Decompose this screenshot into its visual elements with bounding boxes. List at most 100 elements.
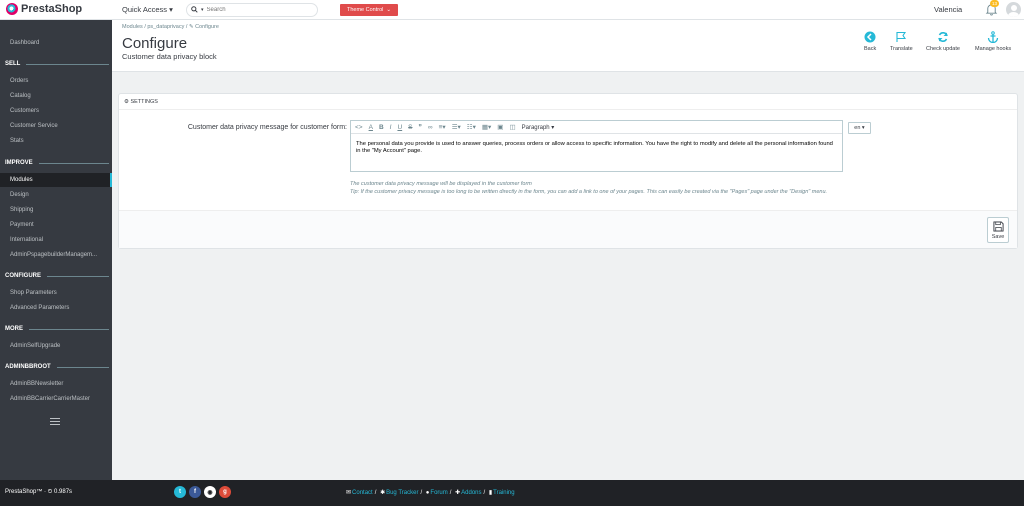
page-title: Configure <box>122 35 188 52</box>
sidebar-item-customers[interactable]: Customers <box>0 104 112 118</box>
paragraph-format-select[interactable]: Paragraph ▾ <box>522 124 555 131</box>
sidebar-item-catalog[interactable]: Catalog <box>0 89 112 103</box>
theme-control-button[interactable]: Theme Control ⌄ <box>340 4 398 16</box>
google-plus-icon[interactable]: g <box>219 486 231 498</box>
floppy-disk-icon <box>992 220 1004 232</box>
link-icon[interactable]: ∞ <box>428 124 433 131</box>
sidebar-item-design[interactable]: Design <box>0 188 112 202</box>
prestashop-logo[interactable]: PrestaShop <box>6 3 82 15</box>
quick-access-dropdown[interactable]: Quick Access ▾ <box>122 5 173 14</box>
addons-link[interactable]: Addons <box>461 490 481 496</box>
media-icon[interactable]: ◫ <box>509 123 515 131</box>
numbered-list-icon[interactable]: ☷▾ <box>467 123 476 131</box>
footer-links: ✉Contact / ✱Bug Tracker / ●Forum / ✚Addons /… <box>346 490 515 496</box>
sidebar-item-orders[interactable]: Orders <box>0 74 112 88</box>
sidebar-item-self-upgrade[interactable]: AdminSelfUpgrade <box>0 339 112 353</box>
github-icon[interactable]: ◉ <box>204 486 216 498</box>
facebook-icon[interactable]: f <box>189 486 201 498</box>
sidebar-item-international[interactable]: International <box>0 233 112 247</box>
sidebar-item-advanced-parameters[interactable]: Advanced Parameters <box>0 301 112 315</box>
manage-hooks-label: Manage hooks <box>975 46 1012 52</box>
bug-tracker-link[interactable]: Bug Tracker <box>386 490 418 496</box>
comments-icon: ● <box>425 490 430 496</box>
theme-control-label: Theme Control <box>347 7 384 13</box>
manage-hooks-button[interactable]: Manage hooks <box>975 31 1011 52</box>
search-input[interactable] <box>206 7 297 13</box>
align-icon[interactable]: ≡▾ <box>439 123 446 131</box>
back-label: Back <box>864 46 877 52</box>
search-icon[interactable] <box>191 5 198 15</box>
book-icon: ▮ <box>488 490 493 496</box>
flag-icon <box>896 31 907 42</box>
panel-heading: ⚙ SETTINGS <box>119 94 1017 110</box>
twitter-icon[interactable]: t <box>174 486 186 498</box>
privacy-message-label: Customer data privacy message for custom… <box>187 124 347 131</box>
collapse-menu-icon[interactable] <box>50 418 60 425</box>
envelope-icon: ✉ <box>346 490 352 496</box>
cogs-icon: ⚙ <box>124 99 129 105</box>
font-color-icon[interactable]: A <box>369 124 373 131</box>
sidebar-item-carrier-master[interactable]: AdminBBCarrierCarrierMaster <box>0 392 112 406</box>
back-arrow-icon <box>864 31 876 43</box>
page-subtitle: Customer data privacy block <box>122 52 217 61</box>
help-text: The customer data privacy message will b… <box>350 181 532 187</box>
privacy-message-content[interactable]: The personal data you provide is used to… <box>351 134 842 155</box>
contact-link[interactable]: Contact <box>352 490 373 496</box>
training-link[interactable]: Training <box>493 490 514 496</box>
sidebar-item-shipping[interactable]: Shipping <box>0 203 112 217</box>
sidebar: Dashboard SELL Orders Catalog Customers … <box>0 20 112 480</box>
breadcrumb[interactable]: Modules / ps_dataprivacy / ✎ Configure <box>122 24 219 30</box>
sidebar-item-newsletter[interactable]: AdminBBNewsletter <box>0 377 112 391</box>
help-tip: Tip: If the customer privacy message is … <box>350 189 828 195</box>
sidebar-section-sell: SELL <box>5 61 109 67</box>
sidebar-item-pagebuilder[interactable]: AdminPspagebuilderManagem... <box>0 248 112 262</box>
footer-version: PrestaShop™ · ⏲ 0.987s <box>5 489 73 495</box>
section-label: ADMINBBROOT <box>5 364 51 370</box>
blockquote-icon[interactable]: ❞ <box>419 123 423 131</box>
underline-icon[interactable]: U <box>397 124 402 131</box>
strikethrough-icon[interactable]: S <box>408 124 412 131</box>
rich-text-editor[interactable]: <> A B I U S ❞ ∞ ≡▾ ☰▾ ☷▾ ▦▾ ▣ ◫ Paragra… <box>350 120 843 172</box>
sidebar-item-customer-service[interactable]: Customer Service <box>0 119 112 133</box>
check-update-label: Check update <box>926 46 960 52</box>
shop-name-link[interactable]: Valencia <box>934 5 962 14</box>
italic-icon[interactable]: I <box>390 124 392 131</box>
image-icon[interactable]: ▣ <box>497 123 503 131</box>
table-icon[interactable]: ▦▾ <box>482 123 491 131</box>
refresh-icon <box>938 32 948 42</box>
section-divider <box>29 328 109 330</box>
sidebar-item-payment[interactable]: Payment <box>0 218 112 232</box>
logo-text: PrestaShop <box>21 3 83 15</box>
sidebar-item-dashboard[interactable]: Dashboard <box>0 36 112 50</box>
employee-avatar[interactable] <box>1006 2 1021 17</box>
page-header: Modules / ps_dataprivacy / ✎ Configure C… <box>112 20 1024 72</box>
sidebar-item-stats[interactable]: Stats <box>0 134 112 148</box>
source-code-icon[interactable]: <> <box>355 124 363 131</box>
sidebar-section-improve: IMPROVE <box>5 160 109 166</box>
chevron-down-icon: ⌄ <box>386 7 391 13</box>
check-update-button[interactable]: Check update <box>926 31 960 52</box>
bullet-list-icon[interactable]: ☰▾ <box>452 123 461 131</box>
translate-button[interactable]: Translate <box>890 31 913 52</box>
section-label: CONFIGURE <box>5 273 41 279</box>
back-button[interactable]: Back <box>864 31 876 52</box>
section-divider <box>56 366 109 368</box>
notification-count-badge: 13 <box>990 0 999 7</box>
settings-panel: ⚙ SETTINGS Customer data privacy message… <box>118 93 1018 249</box>
save-button[interactable]: Save <box>987 217 1009 243</box>
search-box[interactable]: ▾ <box>186 3 318 17</box>
sidebar-section-more: MORE <box>5 326 109 332</box>
sidebar-item-modules[interactable]: Modules <box>0 173 112 187</box>
section-divider <box>38 162 109 164</box>
translate-label: Translate <box>890 46 913 52</box>
language-select[interactable]: en ▾ <box>848 122 871 134</box>
bug-icon: ✱ <box>380 490 386 496</box>
bold-icon[interactable]: B <box>379 124 384 131</box>
search-scope-caret-icon[interactable]: ▾ <box>201 7 204 13</box>
anchor-icon <box>987 31 999 43</box>
footer: PrestaShop™ · ⏲ 0.987s t f ◉ g ✉Contact /… <box>0 480 1024 506</box>
sidebar-item-shop-parameters[interactable]: Shop Parameters <box>0 286 112 300</box>
forum-link[interactable]: Forum <box>430 490 447 496</box>
puzzle-icon: ✚ <box>455 490 461 496</box>
social-links: t f ◉ g <box>174 486 231 498</box>
